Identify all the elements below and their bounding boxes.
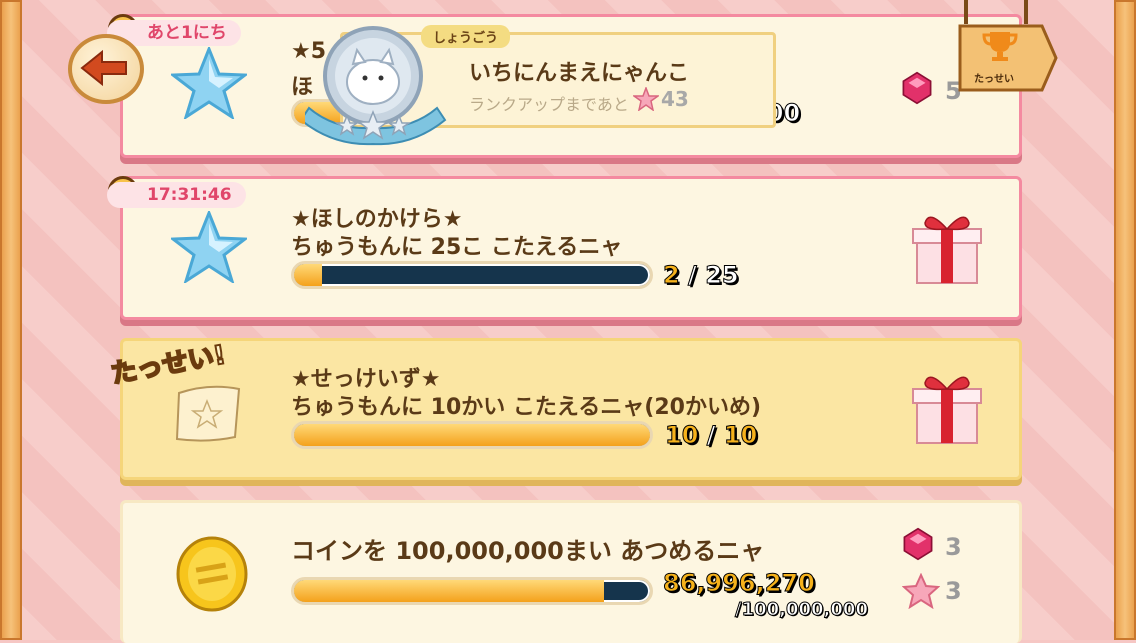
mission-card: ★ほしのかけら★ ちゅうもんに 25こ こたえるニャ 2 / 25: [120, 176, 1022, 320]
rank-until-label: ランクアップまであと: [469, 95, 629, 114]
trophy-icon: [982, 32, 1018, 61]
mission-desc: ちゅうもんに 10かい こたえるニャ(20かいめ): [291, 395, 761, 420]
progress-bar: [291, 261, 653, 289]
achievement-sign-button[interactable]: たっせい: [958, 0, 1058, 96]
progress-fill: [294, 424, 650, 446]
red-gem-icon: [902, 71, 932, 105]
gift-box-icon: [912, 376, 982, 444]
rank-medal-icon: [305, 26, 447, 146]
back-arrow-icon: [80, 49, 127, 87]
progress-total: /100,000,000: [735, 599, 869, 621]
mission-card-completed: ★せっけいず★ ちゅうもんに 10かい こたえるニャ(20かいめ) 10 / 1…: [120, 338, 1022, 480]
pink-star-icon: [902, 573, 940, 609]
back-button[interactable]: [68, 34, 144, 104]
mission-title: コインを 100,000,000まい あつめるニャ: [291, 537, 765, 565]
mission-card: コインを 100,000,000まい あつめるニャ 86,996,270 /10…: [120, 500, 1022, 643]
achievement-sign-label: たっせい: [974, 74, 1014, 85]
red-gem-icon: [903, 527, 933, 561]
progress-fill: [294, 264, 323, 286]
progress-bar: [291, 421, 653, 449]
gift-box-icon: [912, 216, 982, 284]
left-frame: [0, 0, 22, 640]
progress-fill: [294, 580, 604, 602]
progress-current: 86,996,270: [663, 569, 816, 598]
progress-text: 2 / 25: [663, 261, 740, 290]
rank-name: いちにんまえにゃんこ: [469, 61, 690, 86]
right-frame: [1114, 0, 1136, 640]
rank-until-value: 43: [661, 87, 689, 111]
timer-badge: 17:31:46: [107, 182, 246, 208]
mission-desc: ちゅうもんに 25こ こたえるニャ: [291, 235, 623, 260]
blue-star-icon: [171, 211, 247, 283]
reward-star-count: 3: [945, 577, 962, 605]
progress-text: 10 / 10: [664, 421, 758, 450]
progress-bar: [291, 577, 653, 605]
coin-icon: [176, 536, 248, 612]
blueprint-scroll-icon: [175, 385, 241, 442]
reward-gem-count: 3: [945, 533, 962, 561]
blue-star-icon: [171, 47, 247, 119]
pink-star-icon: [633, 87, 659, 111]
